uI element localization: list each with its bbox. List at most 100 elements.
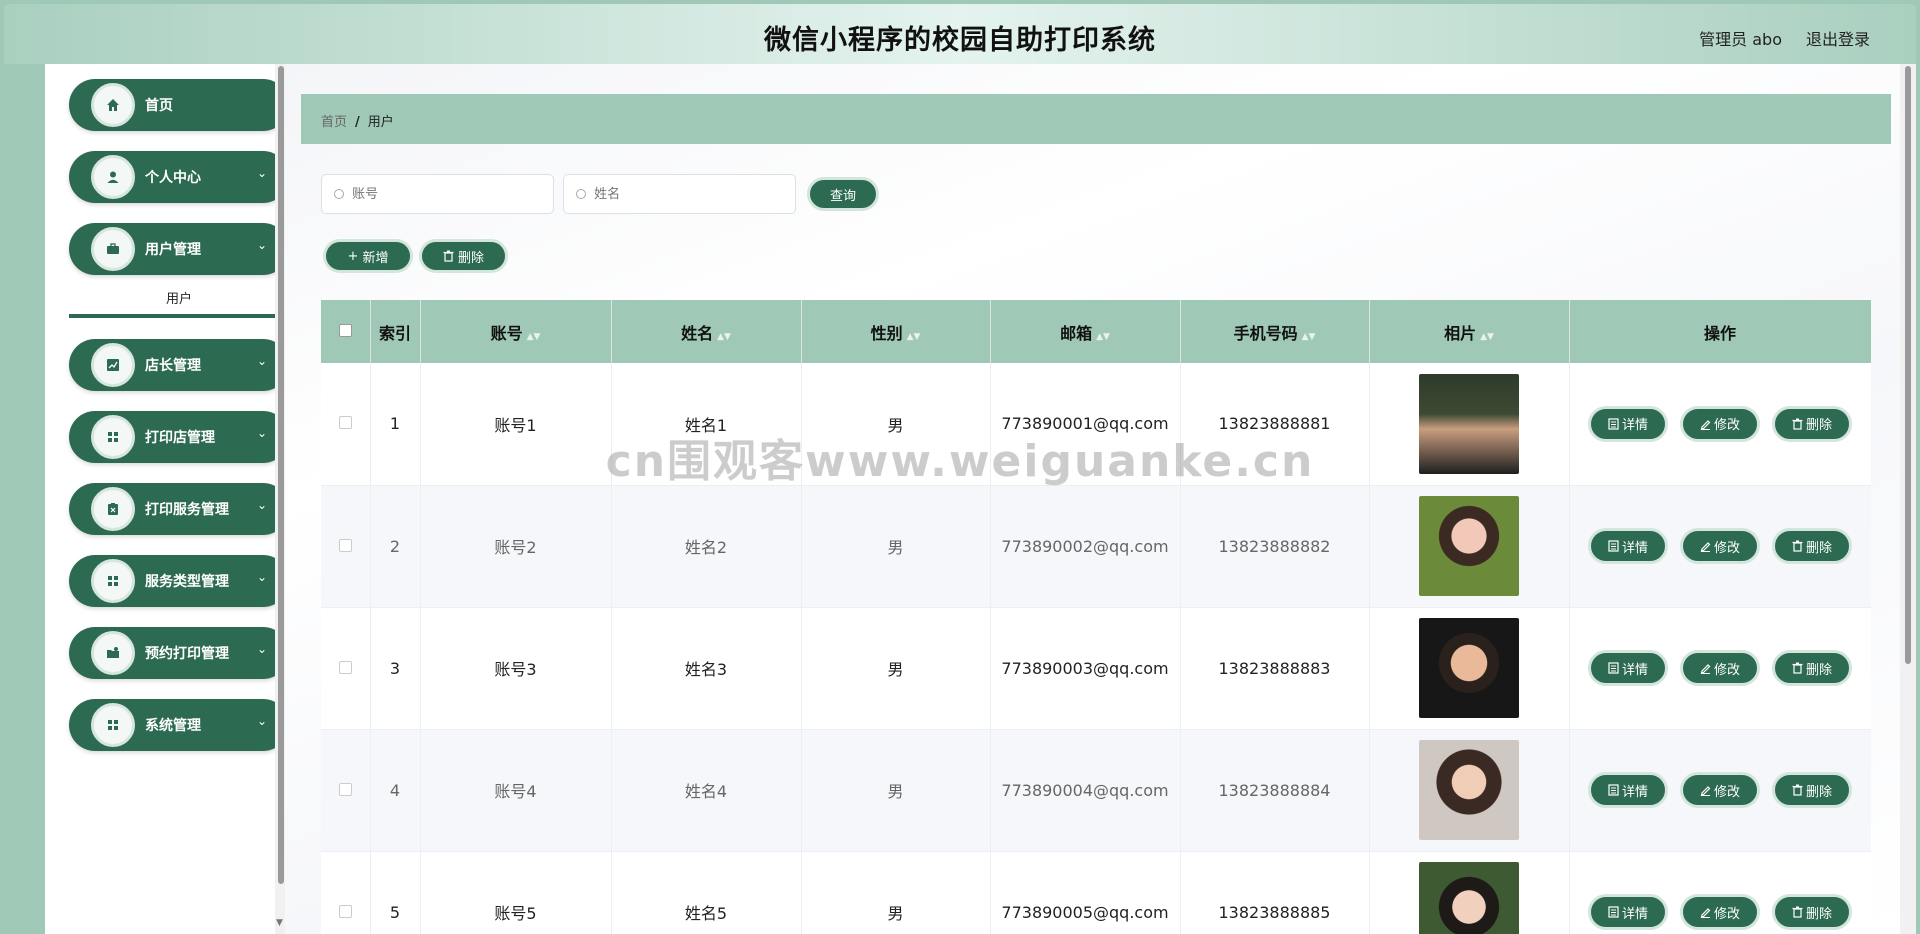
cell-account: 账号5 [420,851,612,934]
cell-ops: 详情 修改 删除 [1569,485,1871,608]
plus-icon: + [347,248,359,264]
row-checkbox[interactable] [338,538,352,552]
sort-icon[interactable]: ▲▼ [1302,332,1316,342]
edit-button[interactable]: 修改 [1680,405,1760,442]
sidebar-item-label: 预约打印管理 [145,646,229,662]
search-icon [334,189,344,199]
delete-button[interactable]: 删除 [1772,894,1852,930]
account-search-field[interactable] [321,174,554,214]
table-row[interactable]: 4 账号4 姓名4 男 773890004@qq.com 13823888884… [321,729,1871,852]
select-all-checkbox[interactable] [338,324,352,337]
edit-button[interactable]: 修改 [1680,528,1760,564]
home-icon [91,83,135,127]
edit-button[interactable]: 修改 [1680,650,1760,686]
edit-button-label: 修改 [1713,418,1740,434]
row-checkbox[interactable] [338,660,352,674]
sidebar-scrollbar-thumb[interactable] [278,66,284,884]
header-photo[interactable]: 相片 ▲▼ [1369,300,1570,363]
sidebar: 首页 个人中心 ⌄ 用户管理 ⌄ 用户 店长管理 ⌄ 打印店管理 ⌄ 打印服务管… [45,64,289,934]
grid-icon [91,703,135,747]
pencil-icon [1700,908,1711,918]
document-icon [1608,540,1619,552]
scroll-down-arrow-icon[interactable]: ▼ [276,918,283,928]
cell-account: 账号4 [420,729,612,852]
chevron-down-icon: ⌄ [256,426,267,440]
delete-button[interactable]: 删除 [1772,528,1852,564]
main-scrollbar-thumb[interactable] [1905,66,1911,664]
grid-icon [91,415,135,459]
sidebar-item-system-mgmt[interactable]: 系统管理 ⌄ [69,699,289,751]
row-select-cell [321,485,371,608]
detail-button[interactable]: 详情 [1588,650,1668,686]
name-search-field[interactable] [563,174,796,214]
edit-button[interactable]: 修改 [1680,772,1760,808]
chevron-down-icon: ⌄ [256,354,267,368]
detail-button[interactable]: 详情 [1588,405,1668,442]
document-icon [1608,784,1619,796]
sidebar-item-print-service-mgmt[interactable]: 打印服务管理 ⌄ [69,483,289,535]
user-photo [1419,496,1519,596]
sidebar-subitem-user[interactable]: 用户 [69,284,289,318]
chevron-down-icon: ⌄ [256,498,267,512]
delete-button[interactable]: 删除 [1772,772,1852,808]
sidebar-item-label: 首页 [145,98,173,114]
header-phone[interactable]: 手机号码 ▲▼ [1180,300,1370,363]
table-row[interactable]: 3 账号3 姓名3 男 773890003@qq.com 13823888883… [321,607,1871,730]
edit-button[interactable]: 修改 [1680,894,1760,930]
detail-button[interactable]: 详情 [1588,528,1668,564]
breadcrumb-separator: / [355,115,360,130]
row-checkbox[interactable] [338,416,352,430]
header-account[interactable]: 账号 ▲▼ [420,300,612,363]
sidebar-item-service-type-mgmt[interactable]: 服务类型管理 ⌄ [69,555,289,607]
header-select-all[interactable] [321,300,371,363]
add-button[interactable]: + 新增 [323,239,413,273]
delete-button-label: 删除 [1805,418,1832,434]
batch-delete-button[interactable]: 删除 [419,239,508,273]
sort-icon[interactable]: ▲▼ [1096,332,1110,342]
detail-button[interactable]: 详情 [1588,894,1668,930]
sidebar-item-home[interactable]: 首页 [69,79,289,131]
delete-button[interactable]: 删除 [1772,650,1852,686]
detail-button[interactable]: 详情 [1588,772,1668,808]
pencil-icon [1700,542,1711,552]
header-email[interactable]: 邮箱 ▲▼ [990,300,1181,363]
cell-phone: 13823888882 [1180,485,1370,608]
table-row[interactable]: 1 账号1 姓名1 男 773890001@qq.com 13823888881… [321,363,1871,486]
row-checkbox[interactable] [338,782,352,796]
cell-gender: 男 [801,851,991,934]
breadcrumb-home-link[interactable]: 首页 [321,115,347,130]
cell-phone: 13823888885 [1180,851,1370,934]
header-gender[interactable]: 性别 ▲▼ [801,300,991,363]
sort-icon[interactable]: ▲▼ [527,332,541,342]
sidebar-item-print-shop-mgmt[interactable]: 打印店管理 ⌄ [69,411,289,463]
sidebar-item-profile[interactable]: 个人中心 ⌄ [69,151,289,203]
edit-button-label: 修改 [1713,662,1740,678]
sort-icon[interactable]: ▲▼ [717,332,731,342]
name-search-input[interactable] [594,186,785,201]
account-search-input[interactable] [352,186,543,201]
header-name[interactable]: 姓名 ▲▼ [611,300,802,363]
grid-icon [91,559,135,603]
logout-link[interactable]: 退出登录 [1806,26,1870,50]
cell-email: 773890001@qq.com [990,363,1181,486]
sort-icon[interactable]: ▲▼ [1480,332,1494,342]
cell-name: 姓名3 [611,607,802,730]
detail-button-label: 详情 [1621,906,1648,922]
sidebar-item-user-mgmt[interactable]: 用户管理 ⌄ [69,223,289,275]
sidebar-item-reservation-mgmt[interactable]: 预约打印管理 ⌄ [69,627,289,679]
query-button[interactable]: 查询 [807,177,879,211]
top-header: 微信小程序的校园自助打印系统 管理员 abo 退出登录 [4,4,1916,64]
table-row[interactable]: 2 账号2 姓名2 男 773890002@qq.com 13823888882… [321,485,1871,608]
sidebar-item-label: 店长管理 [145,358,201,374]
table-row[interactable]: 5 账号5 姓名5 男 773890005@qq.com 13823888885… [321,851,1871,934]
cell-account: 账号2 [420,485,612,608]
delete-button[interactable]: 删除 [1772,405,1852,442]
chevron-down-icon: ⌄ [256,166,267,180]
row-checkbox[interactable] [338,904,352,918]
row-select-cell [321,729,371,852]
cell-index: 2 [370,485,421,608]
sort-icon[interactable]: ▲▼ [907,332,921,342]
sidebar-item-manager-mgmt[interactable]: 店长管理 ⌄ [69,339,289,391]
delete-button-label: 删除 [1805,906,1832,922]
trash-icon [1792,418,1803,430]
